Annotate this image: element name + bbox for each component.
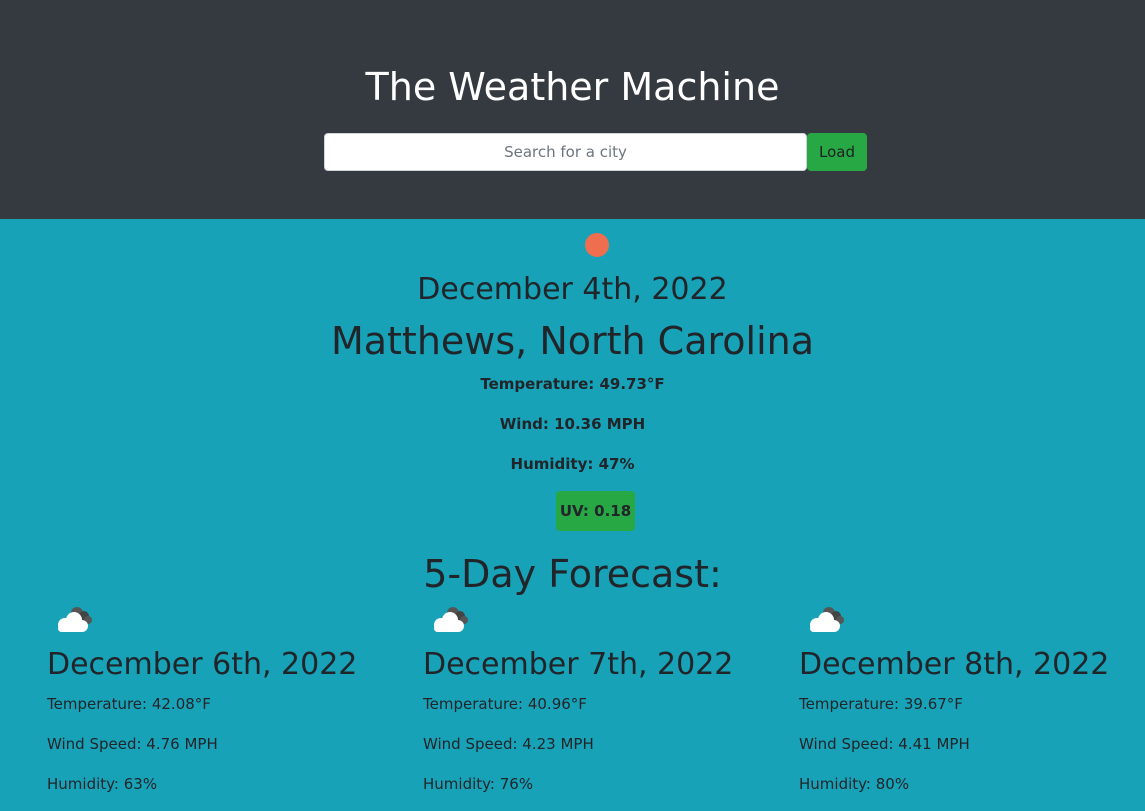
forecast-date: December 7th, 2022	[423, 647, 734, 682]
cloudy-icon	[810, 607, 844, 632]
forecast-title: 5-Day Forecast:	[423, 552, 722, 596]
current-humidity: Humidity: 47%	[510, 455, 635, 473]
forecast-card: December 7th, 2022 Temperature: 40.96°F …	[423, 603, 763, 811]
current-wind: Wind: 10.36 MPH	[499, 415, 646, 433]
forecast-card: December 8th, 2022 Temperature: 39.67°F …	[799, 603, 1139, 811]
forecast-wind: Wind Speed: 4.23 MPH	[423, 735, 594, 753]
forecast-date: December 6th, 2022	[47, 647, 358, 682]
sun-icon	[585, 233, 609, 257]
forecast-temperature: Temperature: 39.67°F	[799, 695, 963, 713]
header: The Weather Machine Load	[0, 0, 1145, 219]
current-temperature: Temperature: 49.73°F	[480, 375, 665, 393]
forecast-humidity: Humidity: 76%	[423, 775, 534, 793]
forecast-temperature: Temperature: 40.96°F	[423, 695, 587, 713]
uv-badge: UV: 0.18	[556, 491, 635, 531]
forecast-humidity: Humidity: 80%	[799, 775, 910, 793]
cloudy-icon	[434, 607, 468, 632]
load-button[interactable]: Load	[807, 133, 867, 171]
cloudy-icon	[58, 607, 92, 632]
app-title: The Weather Machine	[365, 65, 780, 109]
forecast-card: December 6th, 2022 Temperature: 42.08°F …	[47, 603, 387, 811]
forecast-wind: Wind Speed: 4.76 MPH	[47, 735, 218, 753]
search-input[interactable]	[324, 133, 807, 171]
forecast-wind: Wind Speed: 4.41 MPH	[799, 735, 970, 753]
current-city: Matthews, North Carolina	[330, 319, 815, 363]
current-date: December 4th, 2022	[417, 272, 728, 307]
forecast-date: December 8th, 2022	[799, 647, 1110, 682]
forecast-humidity: Humidity: 63%	[47, 775, 158, 793]
forecast-temperature: Temperature: 42.08°F	[47, 695, 211, 713]
